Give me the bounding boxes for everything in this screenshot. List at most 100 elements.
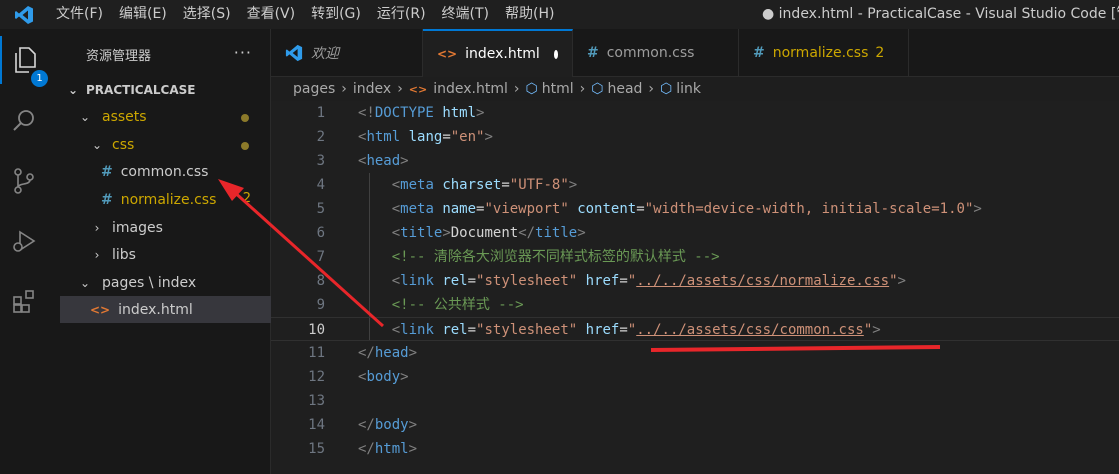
code-token: </ bbox=[358, 345, 375, 361]
menu-terminal[interactable]: 终端(T) bbox=[434, 0, 497, 29]
extensions-icon[interactable] bbox=[0, 277, 48, 325]
menu-file[interactable]: 文件(F) bbox=[48, 0, 111, 29]
chevron-right-icon: › bbox=[94, 247, 100, 262]
menu-bar: 文件(F) 编辑(E) 选择(S) 查看(V) 转到(G) 运行(R) 终端(T… bbox=[48, 0, 562, 29]
menu-run[interactable]: 运行(R) bbox=[369, 0, 434, 29]
html-file-icon: <> bbox=[90, 302, 111, 317]
css-file-icon: # bbox=[101, 191, 113, 208]
tab-common-css[interactable]: # common.css bbox=[573, 29, 739, 77]
code-token: = bbox=[442, 129, 451, 145]
activity-bar: 1 bbox=[0, 29, 48, 474]
code-editor[interactable]: 1 <!DOCTYPE html> 2 <html lang="en"> 3 <head>… bbox=[271, 101, 1119, 474]
code-line[interactable]: 3 <head> bbox=[271, 149, 1119, 173]
tree-item-libs[interactable]: › libs bbox=[60, 241, 271, 268]
line-number: 12 bbox=[308, 369, 325, 385]
tree-item-common-css[interactable]: # common.css bbox=[60, 158, 271, 185]
code-token: content bbox=[577, 201, 637, 217]
line-number: 6 bbox=[316, 225, 325, 241]
explorer-header: 资源管理器 ··· bbox=[60, 29, 270, 79]
code-token: "width=device-width, initial-scale=1.0" bbox=[644, 201, 974, 217]
menu-help[interactable]: 帮助(H) bbox=[497, 0, 562, 29]
code-token: < bbox=[391, 322, 401, 338]
tab-label: index.html bbox=[465, 46, 540, 62]
code-token: title bbox=[535, 225, 578, 241]
code-line[interactable]: 8 <link rel="stylesheet" href="../../ass… bbox=[271, 269, 1119, 293]
chevron-right-icon: › bbox=[513, 81, 520, 97]
explorer-icon[interactable]: 1 bbox=[0, 36, 48, 87]
code-line[interactable]: 4 <meta charset="UTF-8"> bbox=[271, 173, 1119, 197]
code-line[interactable]: 15 </html> bbox=[271, 437, 1119, 461]
code-line[interactable]: 12 <body> bbox=[271, 365, 1119, 389]
code-token: name bbox=[442, 201, 477, 217]
menu-edit[interactable]: 编辑(E) bbox=[111, 0, 175, 29]
code-token: = bbox=[636, 201, 645, 217]
menu-selection[interactable]: 选择(S) bbox=[175, 0, 239, 29]
code-line[interactable]: 9 <!-- 公共样式 --> bbox=[271, 293, 1119, 317]
tab-welcome[interactable]: 欢迎 bbox=[271, 29, 423, 77]
code-text: <html lang="en"> bbox=[358, 125, 493, 149]
tab-normalize-css[interactable]: # normalize.css 2 bbox=[739, 29, 909, 77]
vscode-logo-icon bbox=[0, 0, 48, 29]
html-icon: <> bbox=[408, 82, 428, 96]
breadcrumb-item[interactable]: html bbox=[542, 81, 574, 97]
code-token: link bbox=[400, 322, 434, 338]
tree-item-pages-index[interactable]: ⌄ pages \ index bbox=[60, 269, 271, 296]
unsaved-dot[interactable] bbox=[553, 49, 558, 59]
tree-item-index-html[interactable]: <> index.html bbox=[60, 296, 271, 323]
code-line[interactable]: 2 <html lang="en"> bbox=[271, 125, 1119, 149]
code-token: </ bbox=[518, 225, 536, 241]
chevron-right-icon: › bbox=[397, 81, 403, 97]
code-line[interactable]: 14 </body> bbox=[271, 413, 1119, 437]
more-actions-button[interactable]: ··· bbox=[234, 43, 252, 62]
code-token: > bbox=[484, 129, 493, 145]
code-token: > bbox=[568, 177, 578, 193]
code-token: html bbox=[374, 441, 409, 457]
code-token: > bbox=[442, 225, 451, 241]
code-token: = bbox=[467, 322, 477, 338]
breadcrumb-item[interactable]: pages bbox=[293, 81, 335, 97]
chevron-right-icon: › bbox=[648, 81, 655, 97]
code-text: <meta name="viewport" content="width=dev… bbox=[358, 197, 982, 221]
code-token: body bbox=[366, 369, 401, 385]
code-line[interactable]: 5 <meta name="viewport" content="width=d… bbox=[271, 197, 1119, 221]
source-control-icon[interactable] bbox=[0, 157, 48, 205]
modified-dot bbox=[241, 142, 249, 150]
run-debug-icon[interactable] bbox=[0, 217, 48, 265]
code-token: head bbox=[374, 345, 409, 361]
tree-item-images[interactable]: › images bbox=[60, 214, 271, 241]
tab-index-html[interactable]: <> index.html bbox=[423, 29, 573, 77]
tree-item-label: normalize.css bbox=[120, 191, 217, 208]
breadcrumb-item[interactable]: head bbox=[607, 81, 642, 97]
code-line[interactable]: 1 <!DOCTYPE html> bbox=[271, 101, 1119, 125]
tree-item-css[interactable]: ⌄ css bbox=[60, 131, 271, 158]
code-token: > bbox=[973, 201, 982, 217]
tree-item-normalize-css[interactable]: # normalize.css 2 bbox=[60, 186, 271, 213]
code-line[interactable]: 10 <link rel="stylesheet" href="../../as… bbox=[271, 317, 1119, 341]
tree-item-assets[interactable]: ⌄ assets bbox=[60, 103, 271, 130]
breadcrumb-item[interactable]: index bbox=[353, 81, 391, 97]
code-token: rel bbox=[442, 322, 468, 338]
code-token: charset bbox=[442, 177, 502, 193]
code-token: "stylesheet" bbox=[476, 322, 578, 338]
code-token: = bbox=[619, 273, 628, 289]
code-line[interactable]: 7 <!-- 清除各大浏览器不同样式标签的默认样式 --> bbox=[271, 245, 1119, 269]
breadcrumb-item[interactable]: index.html bbox=[433, 81, 508, 97]
breadcrumb-item[interactable]: link bbox=[676, 81, 701, 97]
code-line[interactable]: 13 bbox=[271, 389, 1119, 413]
code-token: > bbox=[872, 322, 881, 338]
line-number: 8 bbox=[316, 273, 325, 289]
code-token: "UTF-8" bbox=[509, 177, 569, 193]
code-token: rel bbox=[442, 273, 468, 289]
code-token: link bbox=[400, 273, 434, 289]
menu-go[interactable]: 转到(G) bbox=[303, 0, 369, 29]
code-token: lang bbox=[408, 129, 443, 145]
search-icon[interactable] bbox=[0, 97, 48, 145]
menu-view[interactable]: 查看(V) bbox=[239, 0, 304, 29]
project-root[interactable]: ⌄ PRACTICALCASE bbox=[60, 76, 271, 103]
code-token: " bbox=[889, 273, 898, 289]
tree-item-label: index.html bbox=[118, 301, 193, 318]
code-line[interactable]: 6 <title>Document</title> bbox=[271, 221, 1119, 245]
code-line[interactable]: 11 </head> bbox=[271, 341, 1119, 365]
